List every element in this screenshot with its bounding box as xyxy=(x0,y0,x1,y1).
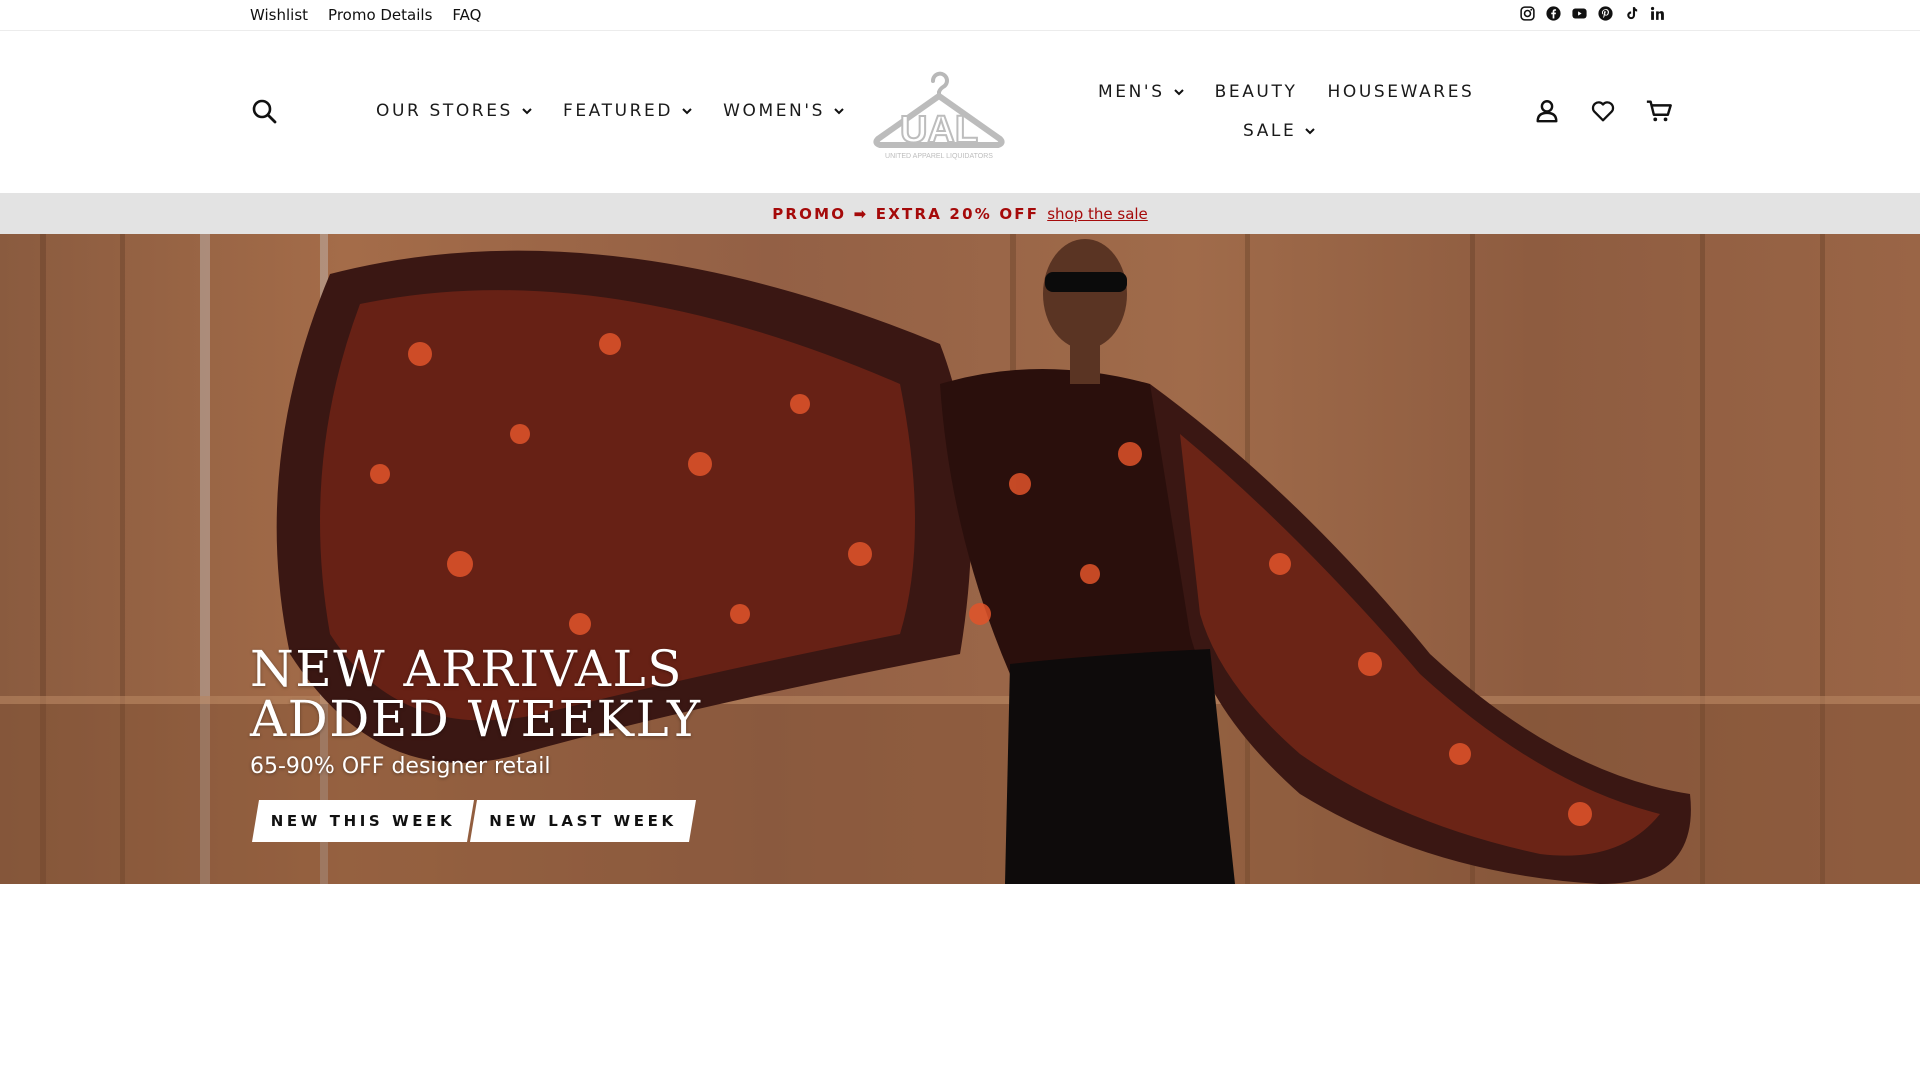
logo-text: UAL xyxy=(900,109,978,151)
nav-sale[interactable]: SALE xyxy=(1243,121,1316,141)
main-nav-right-row2: SALE xyxy=(1243,121,1316,141)
chevron-down-icon xyxy=(834,108,844,115)
hero-image xyxy=(0,234,1920,884)
site-header: OUR STORES FEATURED WOMEN'S UAL UNITED A… xyxy=(0,31,1920,193)
facebook-icon[interactable] xyxy=(1545,5,1562,22)
wishlist-heart-icon[interactable] xyxy=(1589,97,1617,125)
faq-link[interactable]: FAQ xyxy=(452,6,481,24)
nav-beauty[interactable]: BEAUTY xyxy=(1215,82,1298,102)
youtube-icon[interactable] xyxy=(1571,5,1588,22)
utility-bar: Wishlist Promo Details FAQ xyxy=(0,0,1920,31)
new-this-week-button[interactable]: NEW THIS WEEK xyxy=(252,800,474,842)
main-nav-right: MEN'S BEAUTY HOUSEWARES xyxy=(1098,82,1474,102)
wishlist-link[interactable]: Wishlist xyxy=(250,6,308,24)
nav-featured[interactable]: FEATURED xyxy=(563,101,693,121)
nav-label: MEN'S xyxy=(1098,82,1165,102)
tiktok-icon[interactable] xyxy=(1623,5,1640,22)
account-icon[interactable] xyxy=(1533,97,1561,125)
nav-label: BEAUTY xyxy=(1214,82,1298,102)
chevron-down-icon xyxy=(682,108,692,115)
nav-label: SALE xyxy=(1243,121,1297,141)
nav-label: WOMEN'S xyxy=(723,101,826,121)
promo-details-link[interactable]: Promo Details xyxy=(328,6,432,24)
social-links xyxy=(1519,5,1666,22)
hero-headline-line-2: ADDED WEEKLY xyxy=(250,690,702,748)
site-logo[interactable]: UAL UNITED APPAREL LIQUIDATORS xyxy=(870,59,1008,167)
utility-links: Wishlist Promo Details FAQ xyxy=(250,6,481,24)
pinterest-icon[interactable] xyxy=(1597,5,1614,22)
cart-icon[interactable] xyxy=(1645,97,1673,125)
nav-label: FEATURED xyxy=(562,101,674,121)
promo-text: PROMO ➡ EXTRA 20% OFF xyxy=(772,204,1040,223)
logo-subtext: UNITED APPAREL LIQUIDATORS xyxy=(885,153,993,160)
hero-buttons: NEW THIS WEEK NEW LAST WEEK xyxy=(252,800,696,842)
nav-label: OUR STORES xyxy=(376,101,513,121)
chevron-down-icon xyxy=(1305,128,1316,135)
hero-headline: NEW ARRIVALS ADDED WEEKLY xyxy=(250,644,702,744)
nav-mens[interactable]: MEN'S xyxy=(1098,82,1185,102)
nav-housewares[interactable]: HOUSEWARES xyxy=(1327,82,1474,102)
hero-subheadline: 65-90% OFF designer retail xyxy=(250,754,551,779)
instagram-icon[interactable] xyxy=(1519,5,1536,22)
hero-banner[interactable]: NEW ARRIVALS ADDED WEEKLY 65-90% OFF des… xyxy=(0,234,1920,884)
chevron-down-icon xyxy=(1173,89,1184,96)
promo-bar: PROMO ➡ EXTRA 20% OFF shop the sale xyxy=(0,193,1920,234)
header-icons xyxy=(1533,97,1673,125)
search-icon[interactable] xyxy=(250,97,278,125)
nav-our-stores[interactable]: OUR STORES xyxy=(376,101,533,121)
shop-sale-link[interactable]: shop the sale xyxy=(1047,205,1148,223)
chevron-down-icon xyxy=(522,108,532,115)
hero-headline-line-1: NEW ARRIVALS xyxy=(250,640,683,698)
main-nav-left: OUR STORES FEATURED WOMEN'S xyxy=(376,101,845,121)
nav-womens[interactable]: WOMEN'S xyxy=(723,101,845,121)
nav-label: HOUSEWARES xyxy=(1327,82,1475,102)
new-last-week-button[interactable]: NEW LAST WEEK xyxy=(470,800,696,842)
linkedin-icon[interactable] xyxy=(1649,5,1666,22)
